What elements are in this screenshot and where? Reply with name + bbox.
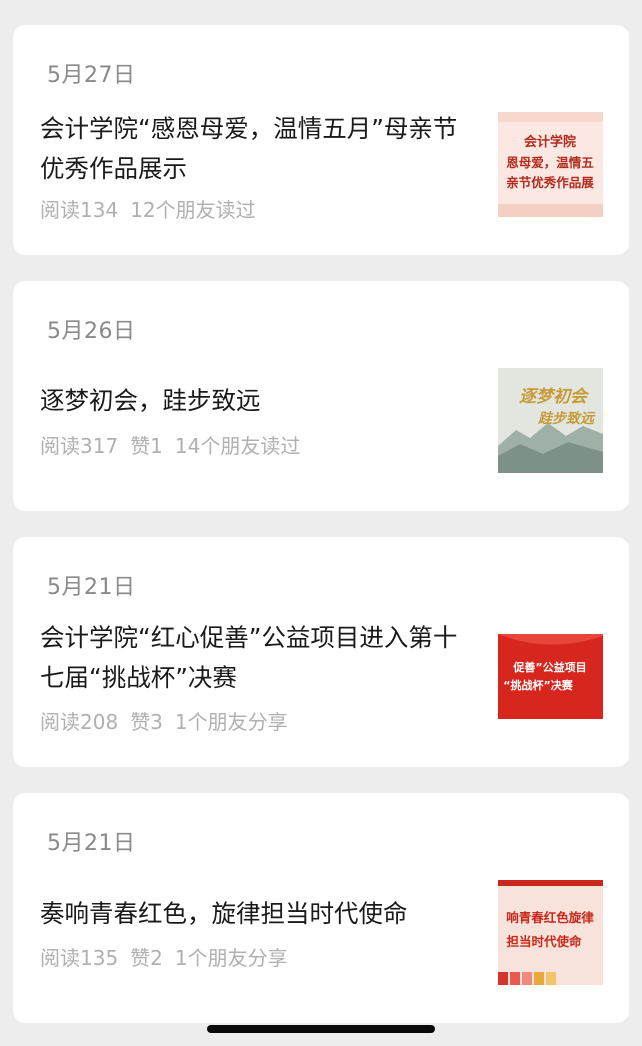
thumb-line: 跬步致远 — [538, 410, 596, 427]
article-meta: 阅读317 赞1 14个朋友读过 — [40, 430, 312, 459]
friends-read: 1个朋友分享 — [174, 946, 288, 970]
article-card[interactable]: 5月26日 逐梦初会，跬步致远 阅读317 赞1 14个朋友读过 逐梦初会 跬步致远 — [13, 281, 629, 511]
article-card[interactable]: 5月21日 会计学院“红心促善”公益项目进入第十七届“挑战杯”决赛 阅读208 赞… — [13, 537, 629, 767]
read-count: 阅读134 — [40, 198, 119, 222]
article-thumbnail[interactable]: 逐梦初会 跬步致远 — [498, 368, 603, 473]
friends-read: 14个朋友读过 — [174, 434, 301, 458]
thumb-line: “挑战杯”决赛 — [503, 678, 573, 692]
article-title[interactable]: 会计学院“红心促善”公益项目进入第十七届“挑战杯”决赛 — [40, 618, 470, 698]
thumb-line: 促善”公益项目 — [512, 660, 586, 674]
thumbnail-image: 响青春红色旋律 担当时代使命 — [498, 880, 603, 985]
article-date: 5月21日 — [47, 831, 136, 856]
thumbnail-image: 会计学院 恩母爱，温情五 亲节优秀作品展 — [498, 112, 603, 217]
article-card[interactable]: 5月27日 会计学院“感恩母爱，温情五月”母亲节优秀作品展示 阅读134 12个朋… — [13, 25, 629, 255]
thumb-line: 恩母爱，温情五 — [506, 155, 594, 170]
article-thumbnail[interactable]: 会计学院 恩母爱，温情五 亲节优秀作品展 — [498, 112, 603, 217]
article-feed: 5月27日 会计学院“感恩母爱，温情五月”母亲节优秀作品展示 阅读134 12个朋… — [0, 0, 642, 1046]
friends-read: 12个朋友读过 — [130, 198, 256, 222]
article-title[interactable]: 会计学院“感恩母爱，温情五月”母亲节优秀作品展示 — [40, 109, 470, 189]
like-count: 赞3 — [130, 710, 163, 734]
thumb-line: 担当时代使命 — [506, 934, 582, 949]
article-card[interactable]: 5月21日 奏响青春红色，旋律担当时代使命 阅读135 赞2 1个朋友分享 响青春红… — [13, 793, 629, 1023]
thumb-line: 亲节优秀作品展 — [506, 175, 594, 190]
article-meta: 阅读135 赞2 1个朋友分享 — [40, 942, 300, 971]
like-count: 赞1 — [130, 434, 163, 458]
read-count: 阅读135 — [40, 946, 119, 970]
friends-read: 1个朋友分享 — [174, 710, 288, 734]
thumb-line: 会计学院 — [524, 134, 576, 150]
article-meta: 阅读134 12个朋友读过 — [40, 194, 268, 223]
article-title[interactable]: 奏响青春红色，旋律担当时代使命 — [40, 894, 470, 934]
article-date: 5月21日 — [47, 575, 136, 600]
article-thumbnail[interactable]: 响青春红色旋律 担当时代使命 — [498, 880, 603, 985]
thumbnail-image: 逐梦初会 跬步致远 — [498, 368, 603, 473]
read-count: 阅读208 — [40, 710, 119, 734]
thumb-line: 逐梦初会 — [519, 387, 590, 407]
like-count: 赞2 — [130, 946, 163, 970]
thumbnail-image: 促善”公益项目 “挑战杯”决赛 — [498, 624, 603, 729]
thumb-line: 响青春红色旋律 — [506, 910, 594, 925]
article-date: 5月26日 — [47, 319, 136, 344]
home-indicator[interactable] — [207, 1025, 435, 1033]
article-title[interactable]: 逐梦初会，跬步致远 — [40, 381, 470, 421]
read-count: 阅读317 — [40, 434, 119, 458]
article-date: 5月27日 — [47, 63, 136, 88]
article-thumbnail[interactable]: 促善”公益项目 “挑战杯”决赛 — [498, 624, 603, 729]
article-meta: 阅读208 赞3 1个朋友分享 — [40, 706, 300, 735]
